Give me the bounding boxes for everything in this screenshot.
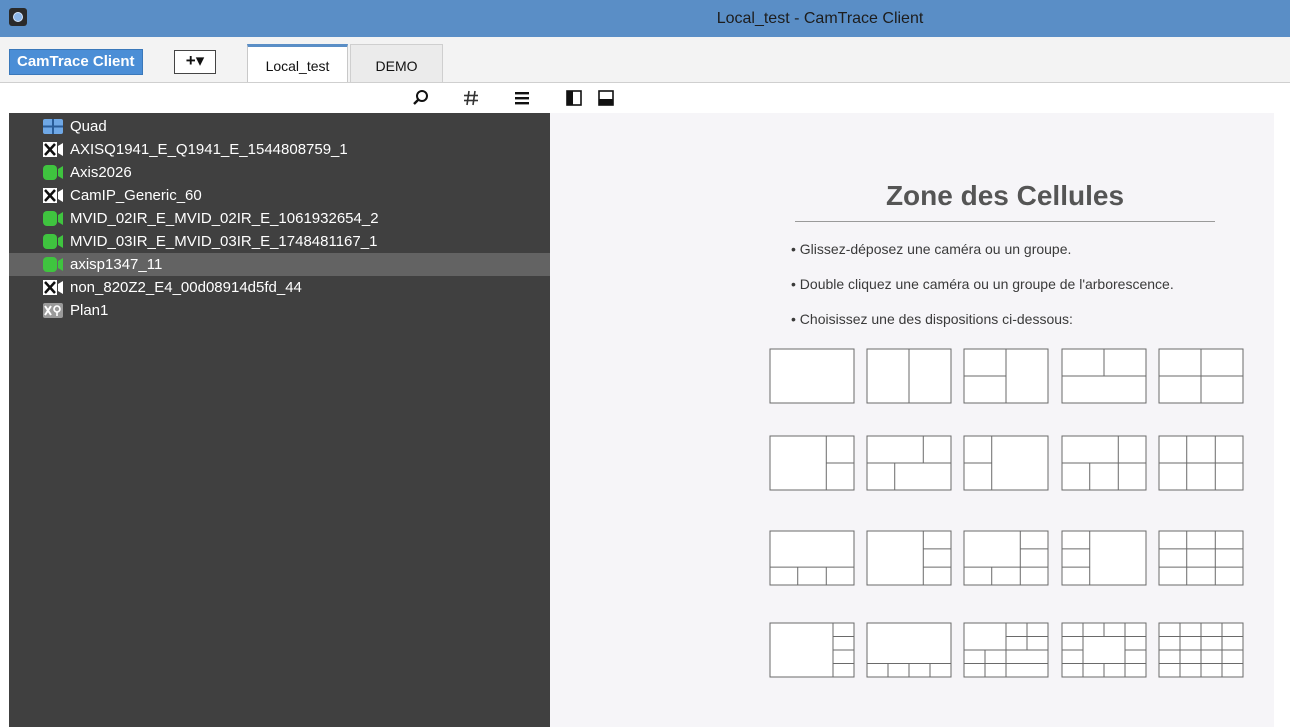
layout-option-4[interactable] [1061, 348, 1147, 404]
camera-offline-icon [43, 142, 63, 157]
zone-title: Zone des Cellules [885, 180, 1125, 211]
quad-icon [43, 119, 63, 134]
layout-option-5[interactable] [1158, 348, 1244, 404]
tree-item-label: Axis2026 [70, 164, 132, 181]
tree-item-plan[interactable]: Plan1 [9, 299, 550, 322]
layout-option-9[interactable] [1061, 435, 1147, 491]
hint-drag-drop: • Glissez-déposez une caméra ou un group… [791, 241, 1072, 257]
tree-item-camera[interactable]: Axis2026 [9, 161, 550, 184]
layout-option-18[interactable] [963, 622, 1049, 678]
layout-option-19[interactable] [1061, 622, 1147, 678]
layout-option-3[interactable] [963, 348, 1049, 404]
layout-option-16[interactable] [769, 622, 855, 678]
hash-icon[interactable] [462, 89, 480, 107]
layout-option-13[interactable] [963, 530, 1049, 586]
tree-item-label: AXISQ1941_E_Q1941_E_1544808759_1 [70, 141, 348, 158]
tree-item-camera[interactable]: MVID_02IR_E_MVID_02IR_E_1061932654_2 [9, 207, 550, 230]
camera-offline-icon [43, 280, 63, 295]
tree-item-label: CamIP_Generic_60 [70, 187, 202, 204]
layout-option-8[interactable] [963, 435, 1049, 491]
tree-item-quad[interactable]: Quad [9, 115, 550, 138]
camera-online-icon [43, 165, 63, 180]
camera-online-icon [43, 211, 63, 226]
panel-left-icon[interactable] [565, 89, 583, 107]
tab-local-test[interactable]: Local_test [247, 44, 348, 82]
camera-tree[interactable]: Quad AXISQ1941_E_Q1941_E_1544808759_1 Ax… [9, 113, 550, 727]
camtrace-client-button[interactable]: CamTrace Client [9, 49, 143, 75]
layout-option-2[interactable] [866, 348, 952, 404]
layout-option-10[interactable] [1158, 435, 1244, 491]
layout-option-7[interactable] [866, 435, 952, 491]
divider [795, 221, 1215, 222]
add-dropdown-button[interactable]: +▾ [174, 50, 216, 74]
camera-online-icon [43, 234, 63, 249]
tree-item-label: non_820Z2_E4_00d08914d5fd_44 [70, 279, 302, 296]
hint-choose-layout: • Choisissez une des dispositions ci-des… [791, 311, 1073, 327]
layout-option-12[interactable] [866, 530, 952, 586]
tree-item-label: axisp1347_11 [70, 256, 163, 273]
tree-item-label: Quad [70, 118, 107, 135]
title-bar: Local_test - CamTrace Client [0, 0, 1290, 37]
menu-icon[interactable] [513, 89, 531, 107]
tree-item-camera[interactable]: non_820Z2_E4_00d08914d5fd_44 [9, 276, 550, 299]
tab-demo[interactable]: DEMO [350, 44, 443, 82]
layout-option-14[interactable] [1061, 530, 1147, 586]
hint-double-click: • Double cliquez une caméra ou un groupe… [791, 276, 1174, 292]
panel-bottom-icon[interactable] [597, 89, 615, 107]
layout-option-11[interactable] [769, 530, 855, 586]
tree-item-camera[interactable]: MVID_03IR_E_MVID_03IR_E_1748481167_1 [9, 230, 550, 253]
tree-item-camera-selected[interactable]: axisp1347_11 [9, 253, 550, 276]
layout-option-20[interactable] [1158, 622, 1244, 678]
zone-edge [1274, 113, 1290, 727]
layout-option-1[interactable] [769, 348, 855, 404]
layout-option-15[interactable] [1158, 530, 1244, 586]
camera-offline-icon [43, 188, 63, 203]
top-bar: CamTrace Client +▾ Local_test DEMO [0, 37, 1290, 83]
plan-icon [43, 303, 63, 318]
tree-item-label: MVID_03IR_E_MVID_03IR_E_1748481167_1 [70, 233, 378, 250]
layout-option-17[interactable] [866, 622, 952, 678]
tree-item-label: MVID_02IR_E_MVID_02IR_E_1061932654_2 [70, 210, 379, 227]
search-icon[interactable] [412, 89, 430, 107]
layout-option-6[interactable] [769, 435, 855, 491]
cell-zone[interactable]: Zone des Cellules • Glissez-déposez une … [550, 113, 1274, 727]
tree-item-label: Plan1 [70, 302, 109, 319]
window-title: Local_test - CamTrace Client [716, 10, 924, 27]
tree-item-camera[interactable]: AXISQ1941_E_Q1941_E_1544808759_1 [9, 138, 550, 161]
toolbar [0, 83, 1290, 113]
app-icon[interactable] [9, 8, 27, 26]
camera-online-icon [43, 257, 63, 272]
tree-item-camera[interactable]: CamIP_Generic_60 [9, 184, 550, 207]
